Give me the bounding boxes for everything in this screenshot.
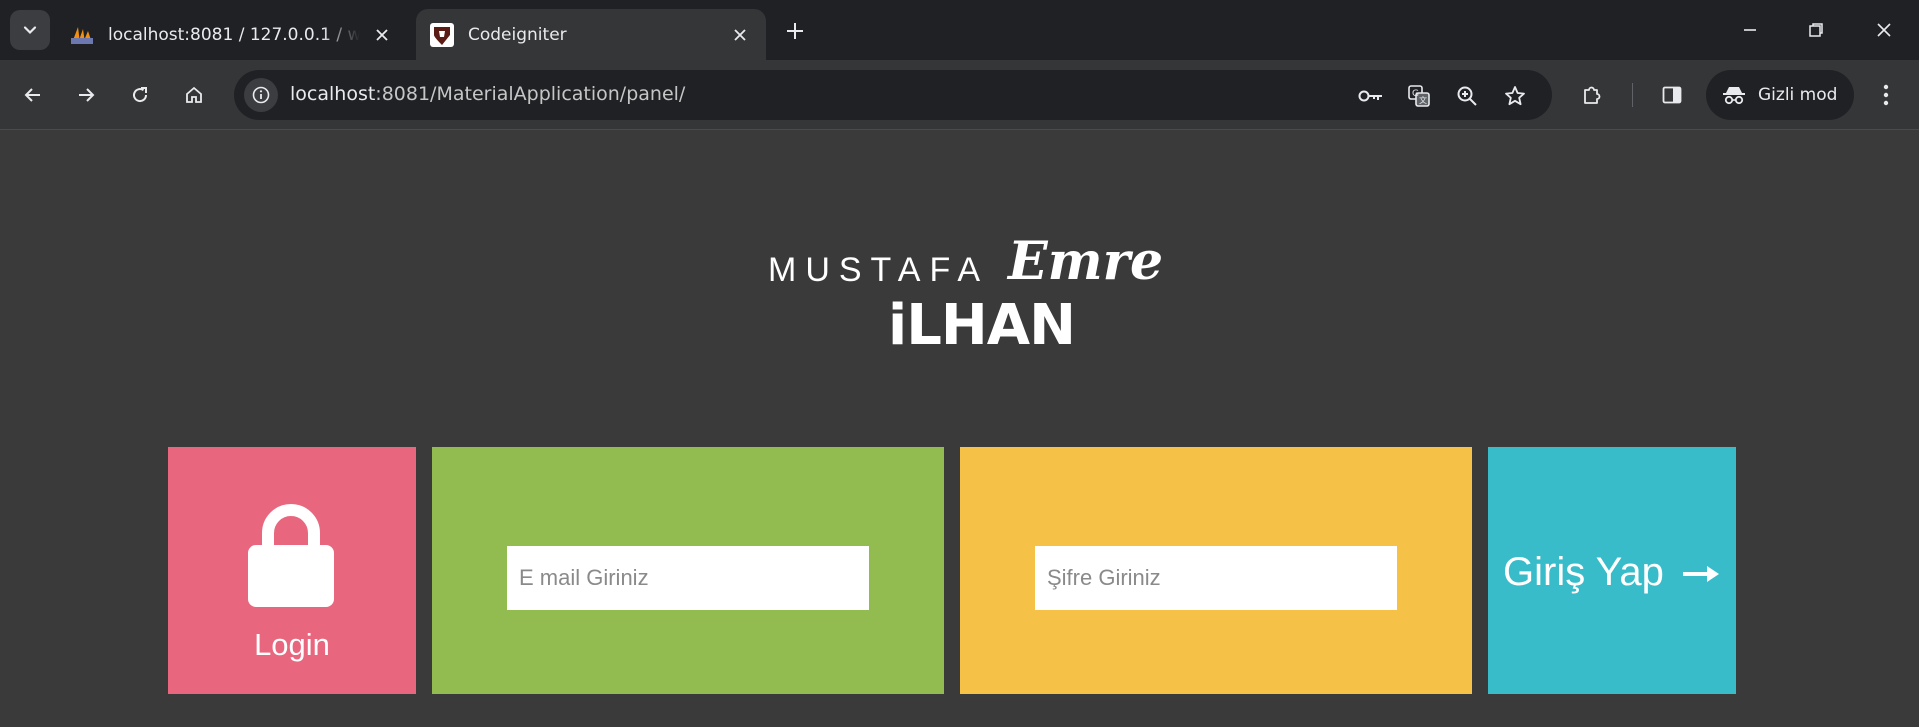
plus-icon bbox=[787, 23, 803, 39]
password-tile bbox=[960, 447, 1472, 694]
reload-icon bbox=[133, 87, 148, 103]
svg-text:G: G bbox=[1412, 89, 1419, 99]
zoom-button[interactable] bbox=[1450, 79, 1484, 113]
more-vertical-icon bbox=[1883, 84, 1889, 106]
tab-phpmyadmin[interactable]: localhost:8081 / 127.0.0.1 / warehouse bbox=[56, 9, 408, 60]
logo-middle-name: Emre bbox=[1008, 231, 1164, 292]
svg-text:文: 文 bbox=[1419, 95, 1427, 105]
forward-button[interactable] bbox=[68, 77, 104, 113]
url-host: localhost bbox=[290, 83, 376, 105]
login-label: Login bbox=[254, 627, 330, 662]
page-content: MUSTAFA Emre iLHAN Login Giriş Yap bbox=[0, 131, 1919, 727]
zoom-in-icon bbox=[1457, 86, 1477, 106]
close-window-button[interactable] bbox=[1866, 12, 1902, 48]
email-input[interactable] bbox=[507, 546, 869, 610]
tab-search-button[interactable] bbox=[10, 10, 50, 50]
tab-codeigniter[interactable]: Codeigniter bbox=[416, 9, 766, 60]
reload-button[interactable] bbox=[122, 77, 158, 113]
info-icon bbox=[252, 86, 270, 104]
arrow-left-icon bbox=[24, 88, 40, 102]
password-input[interactable] bbox=[1035, 546, 1397, 610]
browser-toolbar: localhost:8081/MaterialApplication/panel… bbox=[0, 60, 1919, 130]
translate-icon: G文 bbox=[1408, 85, 1430, 107]
submit-label-wrap: Giriş Yap bbox=[1488, 550, 1736, 595]
phpmyadmin-icon bbox=[71, 26, 93, 44]
url-path: :8081/MaterialApplication/panel/ bbox=[375, 83, 686, 105]
menu-button[interactable] bbox=[1868, 77, 1904, 113]
incognito-icon bbox=[1723, 87, 1745, 105]
bookmark-button[interactable] bbox=[1498, 79, 1532, 113]
restore-icon bbox=[1809, 23, 1823, 37]
tab-title: localhost:8081 / 127.0.0.1 / warehouse bbox=[108, 24, 360, 45]
address-bar[interactable]: localhost:8081/MaterialApplication/panel… bbox=[234, 70, 1552, 120]
key-icon bbox=[1358, 90, 1382, 102]
star-icon bbox=[1505, 86, 1525, 106]
chevron-down-icon bbox=[23, 26, 37, 35]
puzzle-icon bbox=[1584, 86, 1601, 104]
toolbar-divider bbox=[1632, 83, 1633, 107]
logo-first-name: MUSTAFA bbox=[768, 251, 990, 289]
submit-label: Giriş Yap bbox=[1503, 550, 1664, 594]
close-icon[interactable] bbox=[370, 23, 394, 47]
password-key-button[interactable] bbox=[1354, 79, 1388, 113]
site-info-button[interactable] bbox=[244, 78, 278, 112]
side-panel-button[interactable] bbox=[1654, 77, 1690, 113]
tab-strip: localhost:8081 / 127.0.0.1 / warehouse C… bbox=[0, 0, 1919, 60]
home-icon bbox=[186, 86, 202, 103]
url-text[interactable]: localhost:8081/MaterialApplication/panel… bbox=[290, 83, 685, 105]
minimize-icon bbox=[1744, 29, 1756, 31]
lock-icon bbox=[248, 504, 334, 607]
minimize-button[interactable] bbox=[1732, 12, 1768, 48]
back-button[interactable] bbox=[15, 77, 51, 113]
home-button[interactable] bbox=[176, 77, 212, 113]
incognito-label: Gizli mod bbox=[1758, 85, 1838, 105]
email-tile bbox=[432, 447, 944, 694]
codeigniter-icon bbox=[430, 22, 454, 47]
extensions-button[interactable] bbox=[1574, 77, 1610, 113]
close-icon[interactable] bbox=[728, 23, 752, 47]
side-panel-icon bbox=[1662, 86, 1682, 104]
arrow-right-icon bbox=[1682, 566, 1719, 583]
incognito-indicator[interactable]: Gizli mod bbox=[1706, 70, 1854, 120]
translate-button[interactable]: G文 bbox=[1402, 79, 1436, 113]
new-tab-button[interactable] bbox=[780, 16, 810, 46]
restore-button[interactable] bbox=[1798, 12, 1834, 48]
tab-title: Codeigniter bbox=[468, 24, 567, 45]
login-tile: Login bbox=[168, 447, 416, 694]
logo-last-name: iLHAN bbox=[888, 293, 1076, 358]
arrow-right-icon bbox=[79, 88, 95, 102]
submit-button[interactable]: Giriş Yap bbox=[1488, 447, 1736, 694]
close-icon bbox=[1877, 23, 1891, 37]
